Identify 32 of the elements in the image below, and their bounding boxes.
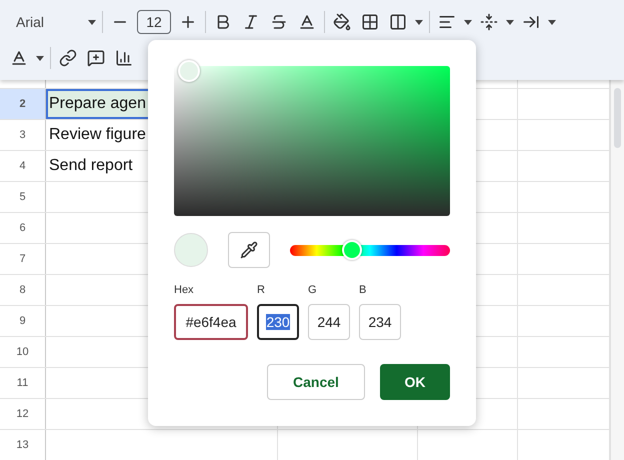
hex-field[interactable]: #e6f4ea <box>174 304 248 340</box>
cell-text: Review figure <box>49 126 146 144</box>
saturation-handle[interactable] <box>178 60 200 82</box>
field-label: B <box>359 284 368 296</box>
scrollbar[interactable] <box>610 80 624 460</box>
field-label: G <box>308 284 318 296</box>
field-label: Hex <box>174 284 195 296</box>
paint-bucket-icon[interactable] <box>331 11 353 33</box>
caret-icon[interactable] <box>506 20 514 24</box>
channel-field[interactable]: 230 <box>257 304 299 340</box>
cell-text: Send report <box>49 157 133 175</box>
caret-icon[interactable] <box>415 20 423 24</box>
caret-icon[interactable] <box>548 20 556 24</box>
color-preview <box>174 233 208 267</box>
font-select[interactable]: Arial <box>8 14 96 30</box>
font-size-field[interactable]: 12 <box>137 10 171 34</box>
scrollbar-thumb[interactable] <box>614 88 621 148</box>
link-icon[interactable] <box>57 47 79 69</box>
hue-handle[interactable] <box>342 240 362 260</box>
cell-text: Prepare agen <box>49 95 146 113</box>
caret-icon[interactable] <box>36 56 44 60</box>
vertical-align-icon[interactable] <box>478 11 500 33</box>
row-number: 2 <box>0 89 46 119</box>
caret-icon[interactable] <box>464 20 472 24</box>
field-label: R <box>257 284 266 296</box>
cancel-button[interactable]: Cancel <box>267 364 365 400</box>
eyedropper-button[interactable] <box>228 232 270 268</box>
ok-button[interactable]: OK <box>380 364 450 400</box>
channel-field[interactable]: 244 <box>308 304 350 340</box>
dropdown-caret-icon[interactable] <box>88 20 96 24</box>
channel-field[interactable]: 234 <box>359 304 401 340</box>
eyedropper-icon <box>240 241 258 259</box>
